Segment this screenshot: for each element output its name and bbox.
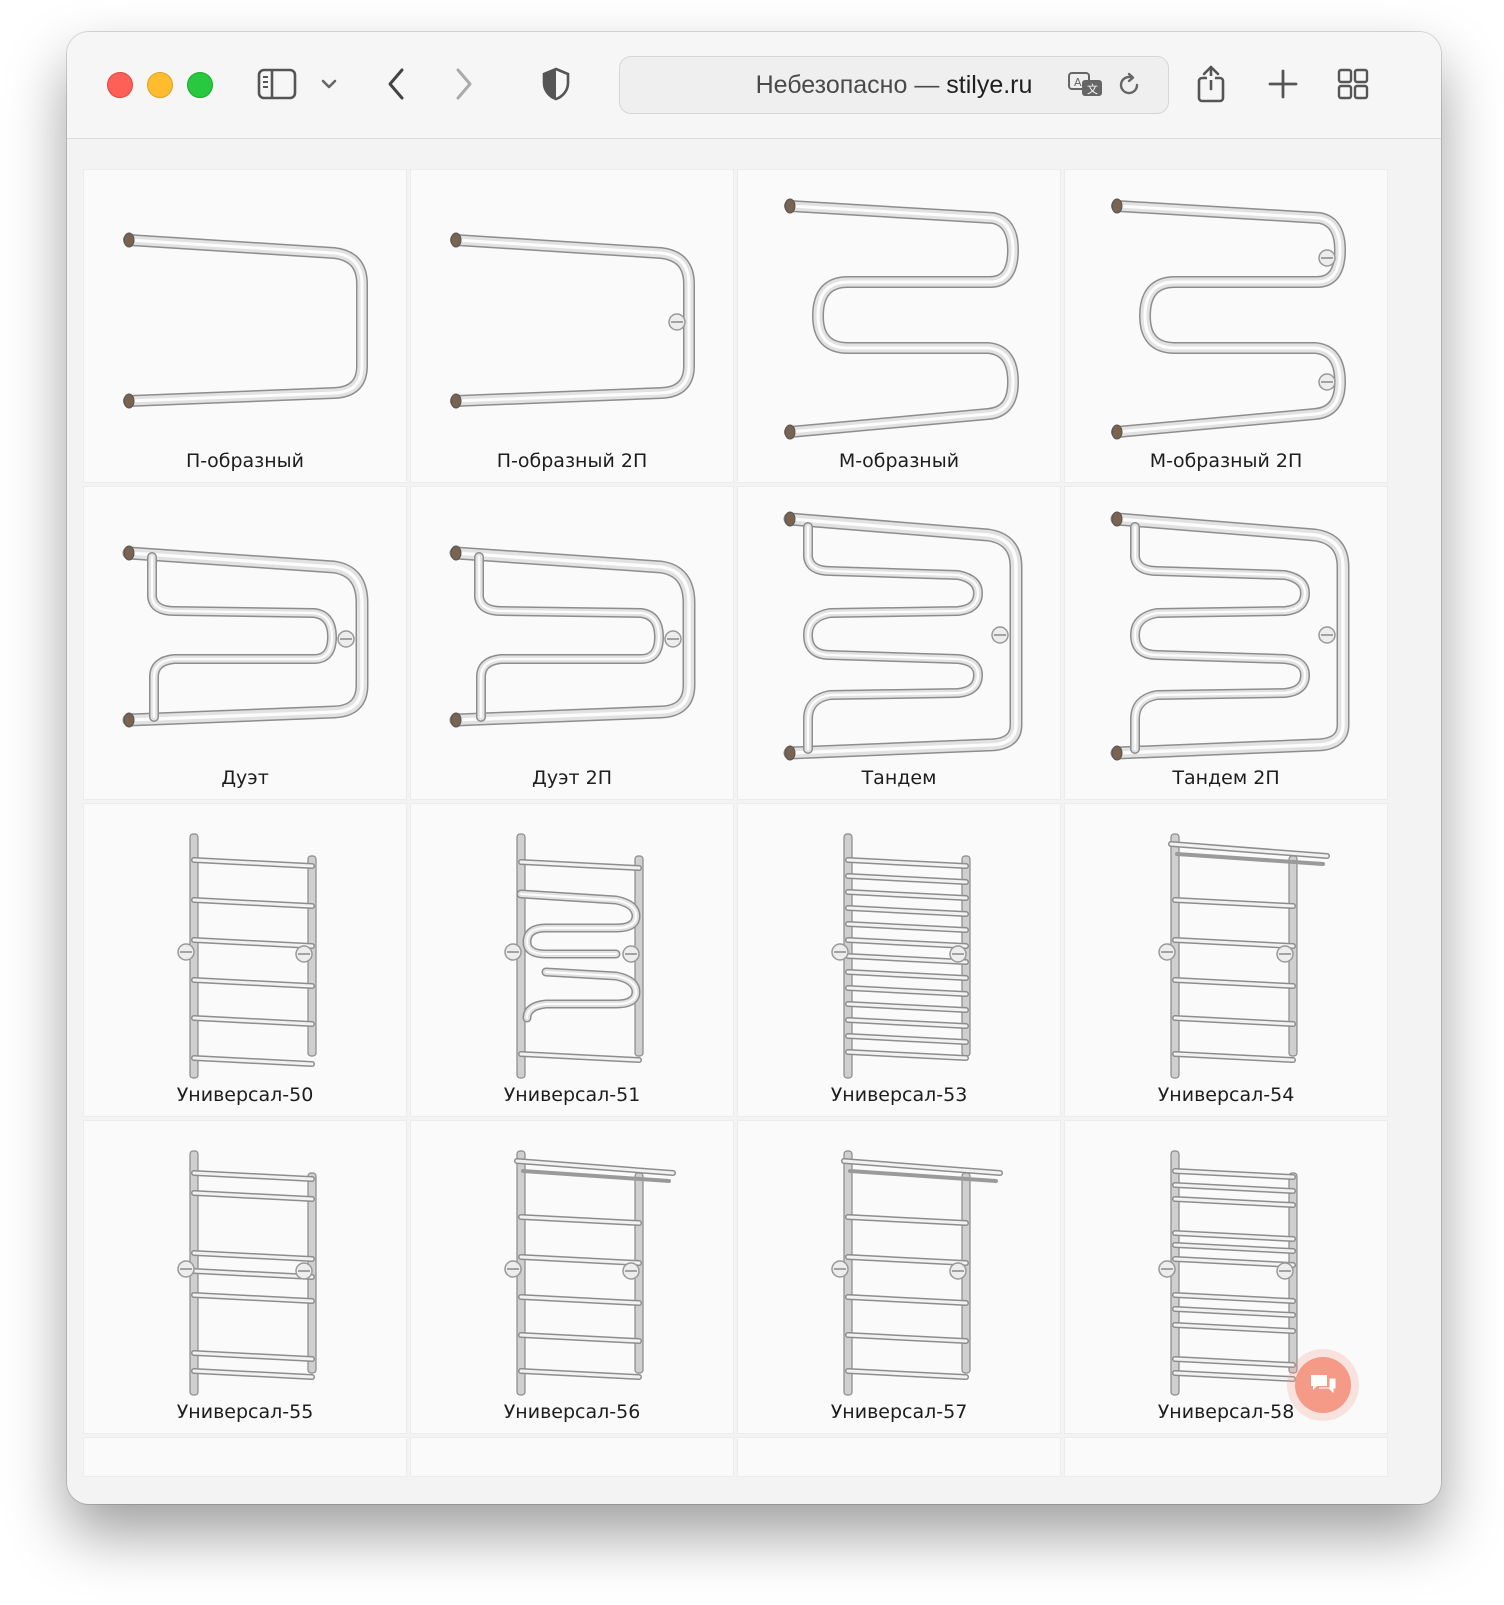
tabs-grid-icon[interactable] bbox=[1333, 62, 1373, 106]
product-name: М-образный bbox=[838, 450, 960, 472]
towel-rail-image bbox=[1158, 833, 1330, 1079]
product-name: Универсал-56 bbox=[503, 1401, 641, 1423]
towel-rail-image bbox=[504, 833, 644, 1079]
product-card[interactable] bbox=[737, 1437, 1061, 1477]
product-card[interactable] bbox=[83, 1437, 407, 1477]
product-card[interactable]: Универсал-51 bbox=[410, 803, 734, 1117]
product-name: Универсал-50 bbox=[176, 1084, 314, 1106]
product-name: Универсал-54 bbox=[1157, 1084, 1295, 1106]
towel-rail-image bbox=[122, 545, 369, 728]
product-card[interactable]: П-образный bbox=[83, 169, 407, 483]
towel-rail-image bbox=[831, 1150, 1003, 1396]
towel-rail-image bbox=[1110, 511, 1350, 761]
reload-icon[interactable] bbox=[1114, 63, 1144, 107]
product-name: Универсал-55 bbox=[176, 1401, 314, 1423]
product-card[interactable]: М-образный bbox=[737, 169, 1061, 483]
product-name: П-образный bbox=[185, 450, 305, 472]
address-host: stilye.ru bbox=[946, 70, 1033, 99]
browser-toolbar: Небезопасно — stilye.ru A文 bbox=[67, 32, 1441, 139]
towel-rail-image bbox=[831, 833, 971, 1079]
product-card[interactable]: Универсал-53 bbox=[737, 803, 1061, 1117]
close-window-button[interactable] bbox=[107, 72, 133, 98]
towel-rail-image bbox=[449, 545, 696, 728]
towel-rail-image bbox=[784, 198, 1019, 440]
product-name: Универсал-57 bbox=[830, 1401, 968, 1423]
product-card[interactable]: Дуэт bbox=[83, 486, 407, 800]
plus-icon[interactable] bbox=[1263, 62, 1303, 106]
product-card[interactable]: Универсал-56 bbox=[410, 1120, 734, 1434]
product-name: П-образный 2П bbox=[496, 450, 648, 472]
product-card[interactable] bbox=[1064, 1437, 1388, 1477]
product-name: Тандем 2П bbox=[1172, 767, 1280, 789]
minimize-window-button[interactable] bbox=[147, 72, 173, 98]
towel-rail-image bbox=[1111, 198, 1346, 440]
product-card[interactable]: Универсал-55 bbox=[83, 1120, 407, 1434]
svg-text:A: A bbox=[1074, 76, 1082, 89]
product-card[interactable]: М-образный 2П bbox=[1064, 169, 1388, 483]
product-card[interactable]: Тандем 2П bbox=[1064, 486, 1388, 800]
product-card[interactable]: П-образный 2П bbox=[410, 169, 734, 483]
product-grid: П-образный П-образный 2П М-образный М-образ… bbox=[83, 169, 1393, 1477]
product-card[interactable]: Универсал-50 bbox=[83, 803, 407, 1117]
sidebar-icon[interactable] bbox=[255, 62, 299, 106]
product-card[interactable]: Универсал-57 bbox=[737, 1120, 1061, 1434]
chevron-down-icon[interactable] bbox=[317, 62, 341, 106]
zoom-window-button[interactable] bbox=[187, 72, 213, 98]
towel-rail-image bbox=[450, 232, 695, 409]
product-name: Дуэт 2П bbox=[532, 767, 612, 789]
towel-rail-image bbox=[177, 833, 317, 1079]
chat-button[interactable] bbox=[1295, 1357, 1351, 1413]
address-security-label: Небезопасно — bbox=[755, 70, 940, 99]
forward-icon[interactable] bbox=[447, 62, 481, 106]
product-card[interactable]: Универсал-54 bbox=[1064, 803, 1388, 1117]
translate-icon[interactable]: A文 bbox=[1066, 63, 1106, 107]
page-content: П-образный П-образный 2П М-образный М-образ… bbox=[67, 139, 1441, 1504]
product-name: Тандем bbox=[861, 767, 937, 789]
shield-icon[interactable] bbox=[537, 62, 575, 106]
chat-icon bbox=[1311, 1375, 1336, 1394]
product-card[interactable] bbox=[410, 1437, 734, 1477]
svg-text:文: 文 bbox=[1087, 82, 1098, 96]
product-card[interactable]: Тандем bbox=[737, 486, 1061, 800]
product-name: Дуэт bbox=[221, 767, 269, 789]
product-name: Универсал-51 bbox=[503, 1084, 641, 1106]
address-bar[interactable]: Небезопасно — stilye.ru A文 bbox=[619, 56, 1169, 114]
product-card[interactable]: Дуэт 2П bbox=[410, 486, 734, 800]
towel-rail-image bbox=[177, 1150, 317, 1396]
towel-rail-image bbox=[504, 1150, 676, 1396]
product-name: Универсал-53 bbox=[830, 1084, 968, 1106]
back-icon[interactable] bbox=[379, 62, 413, 106]
browser-window: Небезопасно — stilye.ru A文 П-образный П-о… bbox=[67, 32, 1441, 1504]
share-icon[interactable] bbox=[1191, 62, 1231, 106]
towel-rail-image bbox=[123, 232, 368, 409]
product-name: М-образный 2П bbox=[1149, 450, 1303, 472]
towel-rail-image bbox=[783, 511, 1023, 761]
